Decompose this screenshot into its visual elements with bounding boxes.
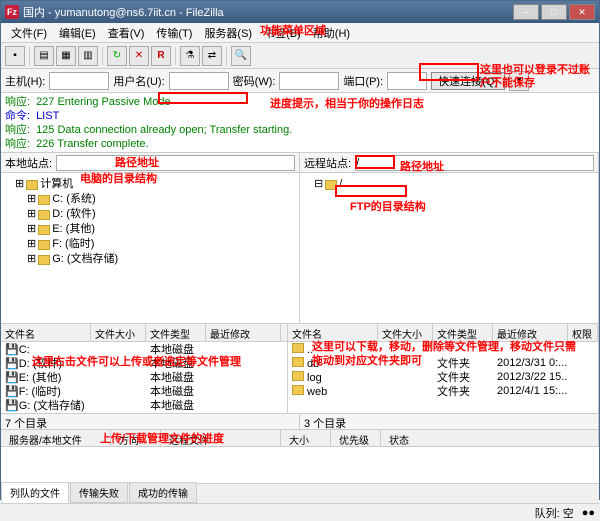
disconnect-icon[interactable]: R: [151, 46, 171, 66]
remote-path-input[interactable]: [355, 155, 594, 171]
tree-item[interactable]: ⊞ C: (系统): [5, 192, 295, 207]
remote-list-header[interactable]: 文件名 文件大小 文件类型 最近修改 权限: [288, 324, 598, 342]
list-item[interactable]: web文件夹2012/4/1 15:...: [288, 384, 598, 398]
local-path-input[interactable]: [56, 155, 295, 171]
local-site-label: 本地站点:: [5, 155, 52, 171]
remote-list: 文件名 文件大小 文件类型 最近修改 权限 .. db文件夹2012/3/31 …: [288, 324, 599, 413]
host-input[interactable]: [49, 72, 109, 90]
queue-tabs: 列队的文件 传输失败 成功的传输: [1, 483, 599, 503]
window-title: 国内 - yumanutong@ns6.7iit.cn - FileZilla: [23, 4, 224, 20]
sitemanager-icon[interactable]: ▪: [5, 46, 25, 66]
pass-input[interactable]: [279, 72, 339, 90]
remote-pane: 远程站点: ⊟ /: [300, 153, 599, 323]
log-panel[interactable]: 响应:227 Entering Passive Mode命令:LIST响应:12…: [1, 93, 599, 153]
list-item[interactable]: ..: [288, 342, 598, 356]
tree-item[interactable]: ⊟ /: [304, 177, 594, 192]
quickconnect-button[interactable]: 快速连接(Q): [431, 72, 505, 90]
host-label: 主机(H):: [5, 73, 45, 89]
port-input[interactable]: [387, 72, 427, 90]
remote-site-label: 远程站点:: [304, 155, 351, 171]
titlebar: Fz 国内 - yumanutong@ns6.7iit.cn - FileZil…: [1, 1, 599, 23]
menu-bookmarks[interactable]: 书签(B): [258, 23, 307, 43]
tree-item[interactable]: ⊞ D: (软件): [5, 207, 295, 222]
user-input[interactable]: [169, 72, 229, 90]
maximize-button[interactable]: □: [541, 4, 567, 20]
status-indicator-icon: ●●: [582, 507, 595, 519]
filter-icon[interactable]: ⚗: [180, 46, 200, 66]
list-item[interactable]: log文件夹2012/3/22 15...: [288, 370, 598, 384]
statusbar: 队列: 空 ●●: [1, 503, 599, 521]
toggle-queue-icon[interactable]: ▥: [78, 46, 98, 66]
remote-count: 3 个目录: [300, 414, 599, 429]
tree-item[interactable]: ⊞ E: (其他): [5, 222, 295, 237]
queue-body[interactable]: [1, 447, 599, 483]
tree-item[interactable]: ⊞ G: (文档存储): [5, 252, 295, 267]
tree-item[interactable]: ⊞ 计算机: [5, 177, 295, 192]
remote-tree[interactable]: ⊟ /: [300, 173, 598, 323]
quickconnect-dropdown-icon[interactable]: ▾: [509, 71, 529, 91]
local-tree[interactable]: ⊞ 计算机⊞ C: (系统)⊞ D: (软件)⊞ E: (其他)⊞ F: (临时…: [1, 173, 299, 323]
local-list-body[interactable]: 💾C:本地磁盘💾D: (软件)本地磁盘💾E: (其他)本地磁盘💾F: (临时)本…: [1, 342, 287, 413]
menu-edit[interactable]: 编辑(E): [53, 23, 102, 43]
menu-file[interactable]: 文件(F): [5, 23, 53, 43]
local-list: 文件名 文件大小 文件类型 最近修改 💾C:本地磁盘💾D: (软件)本地磁盘💾E…: [1, 324, 288, 413]
local-count: 7 个目录: [1, 414, 300, 429]
search-icon[interactable]: 🔍: [231, 46, 251, 66]
list-item[interactable]: 💾G: (文档存储)本地磁盘: [1, 398, 287, 412]
queue-header[interactable]: 服务器/本地文件 方向 远程文件 大小 优先级 状态: [1, 429, 599, 447]
menu-transfer[interactable]: 传输(T): [150, 23, 198, 43]
remote-list-body[interactable]: .. db文件夹2012/3/31 0:... log文件夹2012/3/22 …: [288, 342, 598, 413]
quickconnect-bar: 主机(H): 用户名(U): 密码(W): 端口(P): 快速连接(Q) ▾: [1, 69, 599, 93]
list-item[interactable]: db文件夹2012/3/31 0:...: [288, 356, 598, 370]
minimize-button[interactable]: ─: [513, 4, 539, 20]
menu-server[interactable]: 服务器(S): [198, 23, 258, 43]
list-item[interactable]: 💾C:本地磁盘: [1, 342, 287, 356]
refresh-icon[interactable]: ↻: [107, 46, 127, 66]
menubar: 文件(F) 编辑(E) 查看(V) 传输(T) 服务器(S) 书签(B) 帮助(…: [1, 23, 599, 43]
list-item[interactable]: 💾E: (其他)本地磁盘: [1, 370, 287, 384]
toggle-tree-icon[interactable]: ▦: [56, 46, 76, 66]
user-label: 用户名(U):: [113, 73, 164, 89]
local-pane: 本地站点: ⊞ 计算机⊞ C: (系统)⊞ D: (软件)⊞ E: (其他)⊞ …: [1, 153, 300, 323]
menu-view[interactable]: 查看(V): [102, 23, 151, 43]
list-item[interactable]: 💾H: (F)本地磁盘: [1, 412, 287, 413]
close-button[interactable]: ✕: [569, 4, 595, 20]
toolbar: ▪ ▤ ▦ ▥ ↻ ✕ R ⚗ ⇄ 🔍: [1, 43, 599, 69]
toggle-log-icon[interactable]: ▤: [34, 46, 54, 66]
list-item[interactable]: 💾D: (软件)本地磁盘: [1, 356, 287, 370]
queue-status: 队列: 空: [535, 505, 574, 521]
port-label: 端口(P):: [343, 73, 383, 89]
compare-icon[interactable]: ⇄: [202, 46, 222, 66]
list-item[interactable]: 💾F: (临时)本地磁盘: [1, 384, 287, 398]
menu-help[interactable]: 帮助(H): [307, 23, 356, 43]
tree-item[interactable]: ⊞ F: (临时): [5, 237, 295, 252]
local-list-header[interactable]: 文件名 文件大小 文件类型 最近修改: [1, 324, 287, 342]
pass-label: 密码(W):: [233, 73, 276, 89]
app-icon: Fz: [5, 5, 19, 19]
cancel-icon[interactable]: ✕: [129, 46, 149, 66]
